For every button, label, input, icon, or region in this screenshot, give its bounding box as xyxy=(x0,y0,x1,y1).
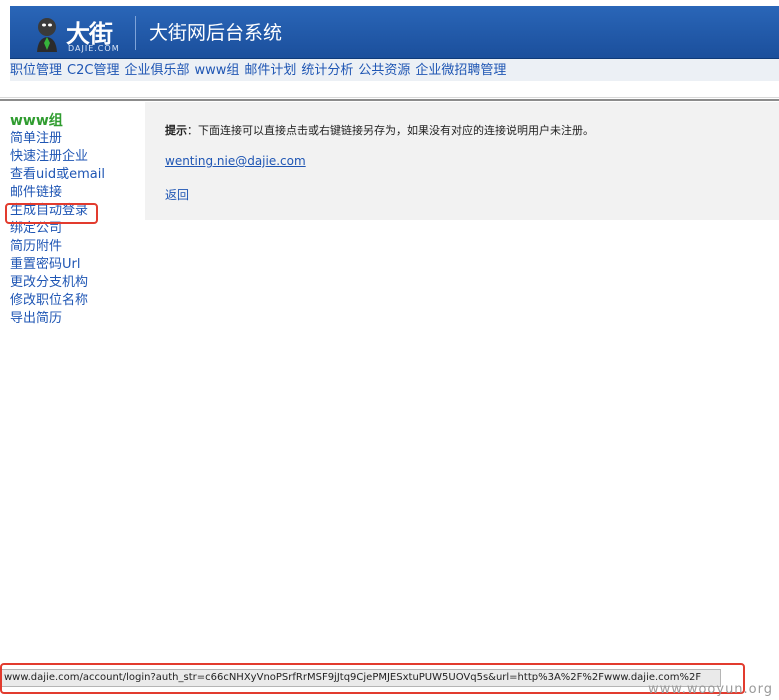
header-divider xyxy=(135,16,136,50)
sidebar-item-change-branch[interactable]: 更改分支机构 xyxy=(10,274,140,292)
tip-label: 提示 xyxy=(165,124,187,137)
tip-message: ：下面连接可以直接点击或右键链接另存为，如果没有对应的连接说明用户未注册。 xyxy=(187,124,594,137)
system-title: 大街网后台系统 xyxy=(149,22,283,44)
nav-item-www-group[interactable]: www组 xyxy=(194,61,239,81)
nav-item-position-management[interactable]: 职位管理 xyxy=(10,61,62,81)
sidebar-item-reset-password-url[interactable]: 重置密码Url xyxy=(10,256,140,274)
sidebar-item-mail-link[interactable]: 邮件链接 xyxy=(10,184,140,202)
content-panel: 提示：下面连接可以直接点击或右键链接另存为，如果没有对应的连接说明用户未注册。 … xyxy=(145,102,779,220)
nav-item-mail-plan[interactable]: 邮件计划 xyxy=(244,61,296,81)
top-nav: 职位管理 C2C管理 企业俱乐部 www组 邮件计划 统计分析 公共资源 企业微招聘管理 xyxy=(10,59,779,81)
back-link[interactable]: 返回 xyxy=(165,186,189,203)
auto-login-email-link[interactable]: wenting.nie@dajie.com xyxy=(165,154,306,168)
sidebar-item-export-resume[interactable]: 导出简历 xyxy=(10,310,140,328)
highlight-box-status xyxy=(0,663,745,694)
mascot-icon xyxy=(37,18,57,52)
separator-line xyxy=(0,97,779,98)
sidebar-item-lookup-uid-email[interactable]: 查看uid或email xyxy=(10,166,140,184)
sidebar-item-rename-position[interactable]: 修改职位名称 xyxy=(10,292,140,310)
sidebar-item-resume-attachment[interactable]: 简历附件 xyxy=(10,238,140,256)
watermark: www.wooyun.org xyxy=(648,682,774,697)
highlight-box-sidebar xyxy=(5,203,98,224)
nav-item-public-resources[interactable]: 公共资源 xyxy=(358,61,410,81)
header-banner: 大街 DAJIE.COM 大街网后台系统 xyxy=(10,6,779,59)
sidebar-group-title: www组 xyxy=(10,113,63,129)
logo-subtext: DAJIE.COM xyxy=(68,44,120,53)
nav-item-statistics[interactable]: 统计分析 xyxy=(301,61,353,81)
tip-text: 提示：下面连接可以直接点击或右键链接另存为，如果没有对应的连接说明用户未注册。 xyxy=(165,122,594,138)
sidebar-item-simple-register[interactable]: 简单注册 xyxy=(10,130,140,148)
separator-line-dark xyxy=(0,99,779,101)
logo[interactable]: 大街 DAJIE.COM xyxy=(32,12,144,56)
nav-item-c2c-management[interactable]: C2C管理 xyxy=(67,61,119,81)
nav-item-micro-recruiting[interactable]: 企业微招聘管理 xyxy=(415,61,506,81)
nav-item-enterprise-club[interactable]: 企业俱乐部 xyxy=(124,61,189,81)
sidebar-item-quick-register-company[interactable]: 快速注册企业 xyxy=(10,148,140,166)
